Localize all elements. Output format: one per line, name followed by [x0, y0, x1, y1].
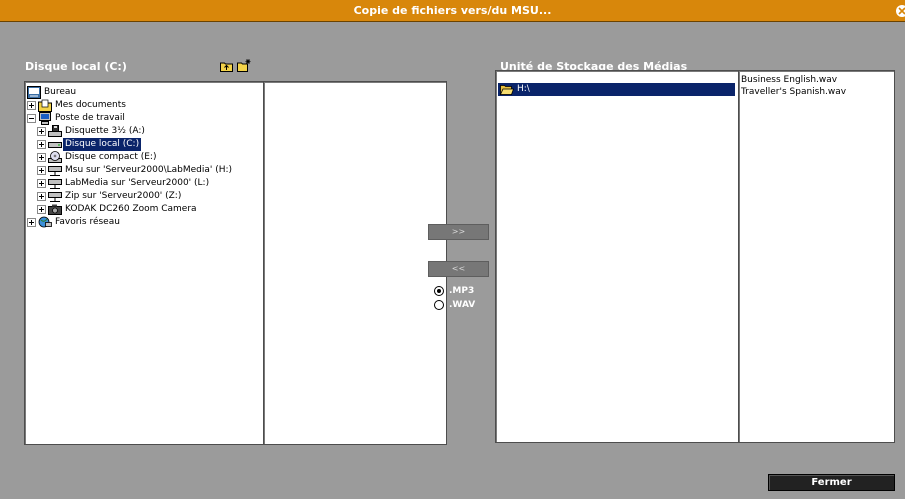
expand-icon[interactable]: [37, 179, 46, 188]
network-drive-icon: [48, 164, 62, 177]
copy-from-msu-button[interactable]: <<: [428, 261, 489, 277]
close-button[interactable]: Fermer: [768, 474, 895, 491]
expand-icon[interactable]: [27, 218, 36, 227]
camera-icon: [48, 203, 62, 216]
format-mp3-option[interactable]: .MP3: [434, 285, 494, 297]
close-icon[interactable]: [896, 5, 905, 17]
tree-item-label: LabMedia sur 'Serveur2000' (L:): [65, 178, 210, 188]
floppy-drive-icon: [48, 125, 62, 138]
cd-drive-icon: [48, 151, 62, 164]
tree-item-label: Disque local (C:): [61, 137, 143, 152]
tree-item-label: Zip sur 'Serveur2000' (Z:): [65, 191, 182, 201]
folder-tree[interactable]: Bureau Mes documents Poste de travail Disqu…: [24, 81, 264, 445]
expand-icon[interactable]: [27, 101, 36, 110]
format-wav-option[interactable]: .WAV: [434, 299, 494, 311]
network-places-icon: [38, 216, 52, 229]
new-folder-icon[interactable]: [237, 59, 251, 72]
list-item[interactable]: Business English.wav: [741, 75, 837, 86]
tree-item[interactable]: Disque local (C:): [25, 137, 261, 152]
tree-item-label: Disque compact (E:): [65, 152, 157, 162]
tree-item[interactable]: Disquette 3½ (A:): [25, 125, 261, 138]
network-drive-icon: [48, 190, 62, 203]
local-disk-label: Disque local (C:): [25, 60, 127, 73]
msu-folder-item[interactable]: H:\: [498, 83, 735, 96]
tree-item[interactable]: Bureau: [25, 86, 261, 99]
tree-item-label: Disquette 3½ (A:): [65, 126, 145, 136]
expand-icon[interactable]: [37, 205, 46, 214]
tree-item[interactable]: Favoris réseau: [25, 216, 261, 229]
tree-item-label: Favoris réseau: [55, 217, 120, 227]
hard-drive-icon: [48, 138, 62, 151]
folder-documents-icon: [38, 99, 52, 112]
expand-icon[interactable]: [37, 127, 46, 136]
tree-item[interactable]: LabMedia sur 'Serveur2000' (L:): [25, 177, 261, 190]
msu-folder-label: H:\: [517, 84, 530, 94]
tree-item-label: Poste de travail: [55, 113, 125, 123]
desktop-icon: [27, 86, 41, 99]
expand-icon[interactable]: [37, 192, 46, 201]
wav-label: .WAV: [449, 300, 476, 310]
tree-item[interactable]: Disque compact (E:): [25, 151, 261, 164]
list-item[interactable]: Traveller's Spanish.wav: [741, 87, 846, 98]
expand-icon[interactable]: [37, 140, 46, 149]
up-folder-icon[interactable]: [220, 61, 233, 72]
tree-item[interactable]: Mes documents: [25, 99, 261, 112]
tree-item[interactable]: KODAK DC260 Zoom Camera: [25, 203, 261, 216]
msu-file-list[interactable]: Business English.wav Traveller's Spanish…: [738, 70, 895, 443]
expand-icon[interactable]: [37, 153, 46, 162]
tree-item[interactable]: Msu sur 'Serveur2000\LabMedia' (H:): [25, 164, 261, 177]
my-computer-icon: [38, 112, 52, 125]
collapse-icon[interactable]: [27, 114, 36, 123]
tree-item[interactable]: Zip sur 'Serveur2000' (Z:): [25, 190, 261, 203]
open-folder-icon: [499, 84, 515, 95]
window-title: Copie de fichiers vers/du MSU...: [353, 4, 552, 17]
wav-radio[interactable]: [434, 300, 444, 310]
tree-item-label: KODAK DC260 Zoom Camera: [65, 204, 197, 214]
tree-item-label: Mes documents: [55, 100, 126, 110]
tree-item-label: Bureau: [44, 87, 77, 97]
local-file-list[interactable]: [263, 81, 447, 445]
mp3-radio[interactable]: [434, 286, 444, 296]
tree-item[interactable]: Poste de travail: [25, 112, 261, 125]
msu-folder-list[interactable]: H:\: [495, 70, 740, 443]
tree-item-label: Msu sur 'Serveur2000\LabMedia' (H:): [65, 165, 233, 175]
expand-icon[interactable]: [37, 166, 46, 175]
mp3-label: .MP3: [449, 286, 475, 296]
copy-to-msu-button[interactable]: >>: [428, 224, 489, 240]
network-drive-icon: [48, 177, 62, 190]
